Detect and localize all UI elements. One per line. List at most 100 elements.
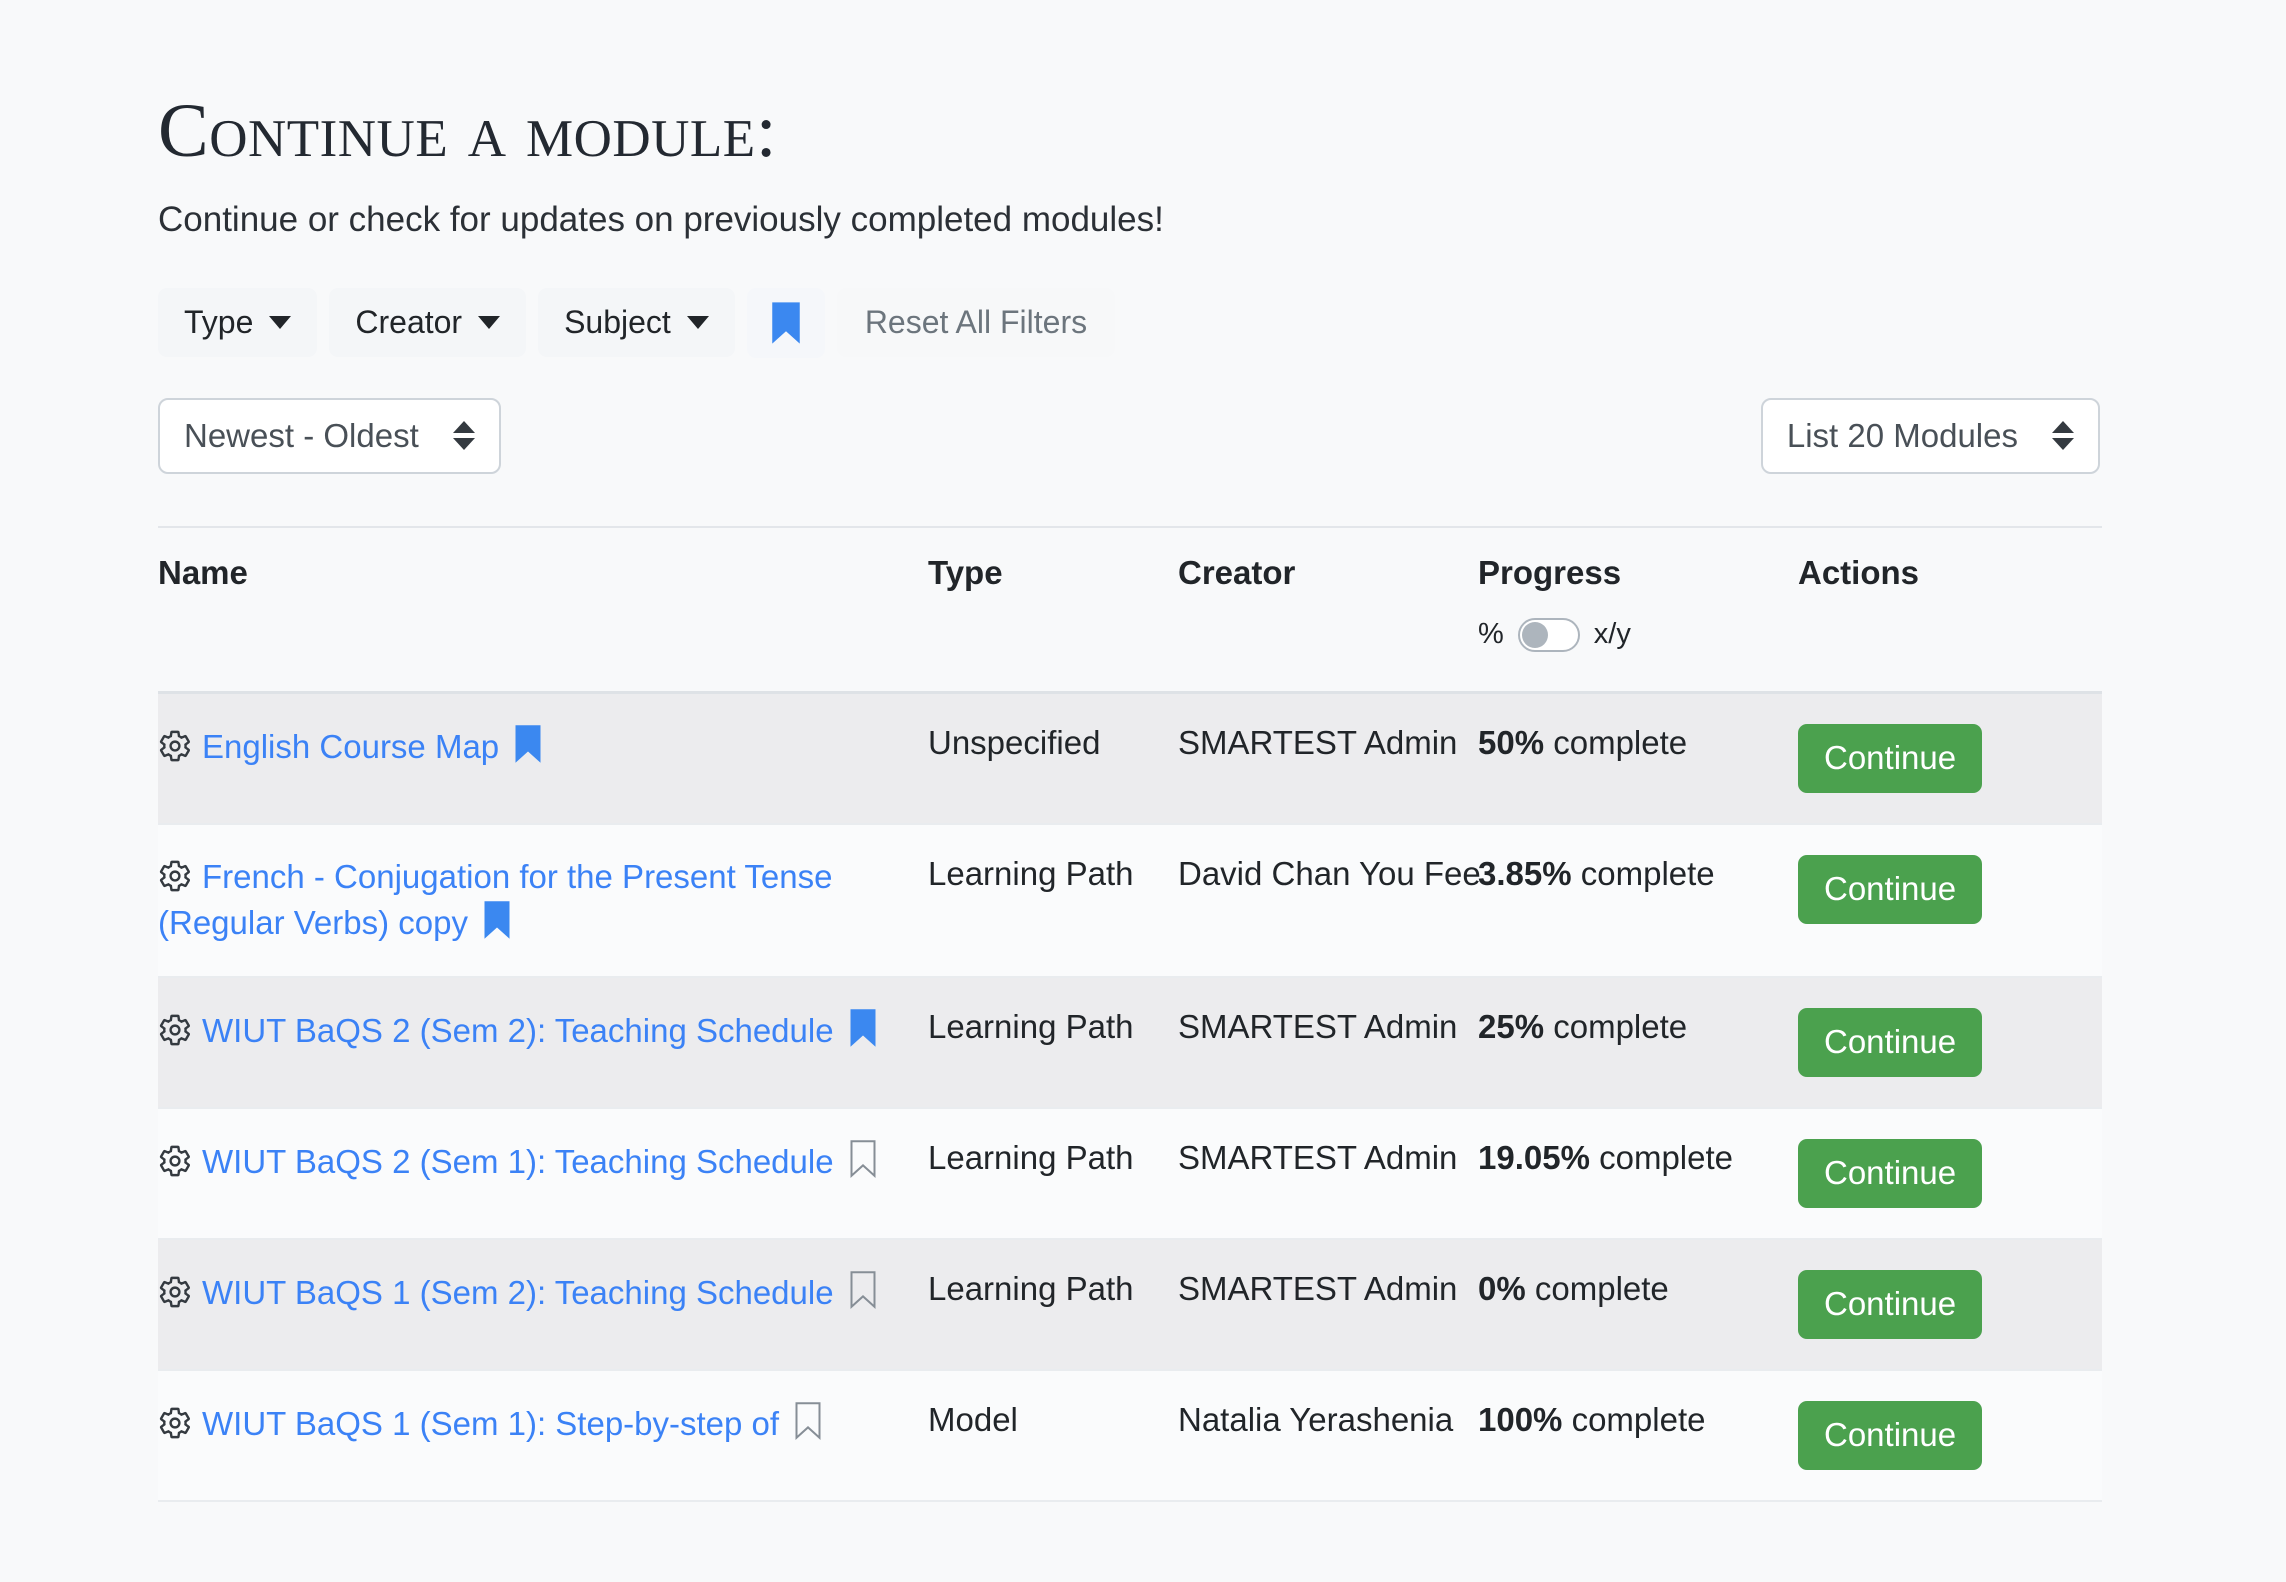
column-header-type[interactable]: Type [928,525,1178,695]
cell-type: Learning Path [928,1107,1178,1240]
filter-subject-dropdown[interactable]: Subject [538,288,735,358]
cell-name: WIUT BaQS 2 (Sem 2): Teaching Schedule [158,976,928,1109]
column-header-actions: Actions [1798,525,2102,695]
column-header-creator[interactable]: Creator [1178,525,1478,695]
cell-creator: SMARTEST Admin [1178,976,1478,1109]
table-body: English Course Map Unspecified SMARTEST Ad… [158,692,2102,1502]
module-link[interactable]: WIUT BaQS 1 (Sem 2): Teaching Schedule [202,1274,834,1311]
continue-button[interactable]: Continue [1798,1400,1983,1470]
continue-button[interactable]: Continue [1798,1269,1983,1339]
cell-type: Model [928,1369,1178,1502]
chevron-down-icon [686,316,709,330]
module-count-select[interactable]: List 20 Modules [1760,397,2100,474]
cell-type: Learning Path [928,976,1178,1109]
sort-order-select[interactable]: Newest - Oldest [158,397,501,474]
cell-name: WIUT BaQS 1 (Sem 1): Step-by-step of [158,1369,928,1502]
table-row: WIUT BaQS 1 (Sem 2): Teaching Schedule Le… [158,1238,2102,1371]
filter-creator-label: Creator [355,304,463,341]
count-updown-icon [2052,421,2074,451]
gear-icon[interactable] [158,729,192,763]
bookmark-outline-icon[interactable] [848,1139,878,1179]
progress-suffix: complete [1544,724,1688,762]
cell-type: Learning Path [928,1238,1178,1371]
module-link[interactable]: WIUT BaQS 1 (Sem 1): Step-by-step of [202,1405,779,1442]
sort-order-value: Newest - Oldest [184,416,419,454]
modules-table: Name Type Creator Progress % x/y Actions [158,525,2102,1502]
toggle-label-percent: % [1478,618,1504,651]
table-row: English Course Map Unspecified SMARTEST Ad… [158,692,2102,826]
gear-icon[interactable] [158,859,192,893]
cell-creator: SMARTEST Admin [1178,1107,1478,1240]
progress-suffix: complete [1525,1269,1669,1307]
filter-type-label: Type [184,304,254,341]
continue-button[interactable]: Continue [1798,1007,1983,1077]
module-name-cell: French - Conjugation for the Present Ten… [158,858,832,941]
toggle-label-xy: x/y [1593,618,1631,651]
progress-suffix: complete [1571,855,1715,893]
cell-progress: 0% complete [1478,1238,1798,1371]
cell-progress: 25% complete [1478,976,1798,1109]
filter-creator-dropdown[interactable]: Creator [329,288,527,358]
table-row: WIUT BaQS 2 (Sem 2): Teaching Schedule Le… [158,976,2102,1109]
cell-progress: 3.85% complete [1478,824,1798,978]
bookmark-filled-icon [772,302,800,344]
cell-name: WIUT BaQS 1 (Sem 2): Teaching Schedule [158,1238,928,1371]
filter-subject-label: Subject [564,304,671,341]
page-title: Continue a module: [158,89,778,173]
table-header: Name Type Creator Progress % x/y Actions [158,525,2102,695]
sort-and-count-row: Newest - Oldest List 20 Modules [158,397,2286,474]
module-link[interactable]: WIUT BaQS 2 (Sem 1): Teaching Schedule [202,1143,834,1180]
cell-actions: Continue [1798,1107,2102,1240]
module-count-value: List 20 Modules [1786,416,2018,454]
progress-percent: 0% [1478,1269,1526,1307]
cell-name: English Course Map [158,692,928,826]
progress-display-toggle[interactable] [1517,617,1580,652]
column-header-progress: Progress % x/y [1478,525,1798,695]
bookmark-outline-icon[interactable] [793,1401,823,1441]
bookmark-filled-icon[interactable] [513,724,543,764]
progress-header-label: Progress [1478,553,1622,591]
continue-button[interactable]: Continue [1798,855,1983,925]
progress-percent: 25% [1478,1007,1545,1045]
progress-percent: 50% [1478,724,1545,762]
cell-progress: 19.05% complete [1478,1107,1798,1240]
cell-creator: David Chan You Fee [1178,824,1481,978]
module-name-cell: WIUT BaQS 1 (Sem 2): Teaching Schedule [158,1271,878,1311]
modules-table-wrapper: Name Type Creator Progress % x/y Actions [158,525,2102,1502]
cell-creator: Natalia Yerashenia [1178,1369,1478,1502]
chevron-down-icon [478,316,501,330]
continue-button[interactable]: Continue [1798,724,1983,794]
bookmark-filled-icon[interactable] [482,900,512,940]
bookmark-outline-icon[interactable] [848,1270,878,1310]
module-name-cell: English Course Map [158,725,543,765]
table-header-row: Name Type Creator Progress % x/y Actions [158,525,2102,695]
gear-icon[interactable] [158,1144,192,1178]
cell-type: Learning Path [928,824,1178,978]
page-root: Continue a module: Continue or check for… [0,0,2286,1582]
gear-icon[interactable] [158,1275,192,1309]
table-row: WIUT BaQS 2 (Sem 1): Teaching Schedule Le… [158,1107,2102,1240]
module-link[interactable]: English Course Map [202,728,499,765]
gear-icon[interactable] [158,1406,192,1440]
progress-suffix: complete [1589,1138,1734,1176]
cell-creator: SMARTEST Admin [1178,1238,1478,1371]
progress-percent: 3.85% [1478,855,1572,893]
toggle-knob [1521,621,1548,648]
table-row: French - Conjugation for the Present Ten… [158,824,2102,978]
continue-button[interactable]: Continue [1798,1138,1983,1208]
filter-type-dropdown[interactable]: Type [158,288,318,358]
module-name-cell: WIUT BaQS 1 (Sem 1): Step-by-step of [158,1402,823,1442]
cell-progress: 50% complete [1478,692,1798,826]
cell-actions: Continue [1798,692,2102,826]
progress-percent: 100% [1478,1400,1563,1438]
sort-updown-icon [452,421,475,451]
reset-all-filters-button[interactable]: Reset All Filters [836,288,1116,358]
progress-display-toggle-group: % x/y [1478,617,1798,652]
cell-name: French - Conjugation for the Present Ten… [158,824,928,978]
gear-icon[interactable] [158,1013,192,1047]
column-header-name[interactable]: Name [158,525,928,695]
bookmark-filled-icon[interactable] [848,1008,878,1048]
module-link[interactable]: WIUT BaQS 2 (Sem 2): Teaching Schedule [202,1012,834,1049]
module-name-cell: WIUT BaQS 2 (Sem 2): Teaching Schedule [158,1009,878,1049]
bookmark-filter-button[interactable] [746,287,825,358]
